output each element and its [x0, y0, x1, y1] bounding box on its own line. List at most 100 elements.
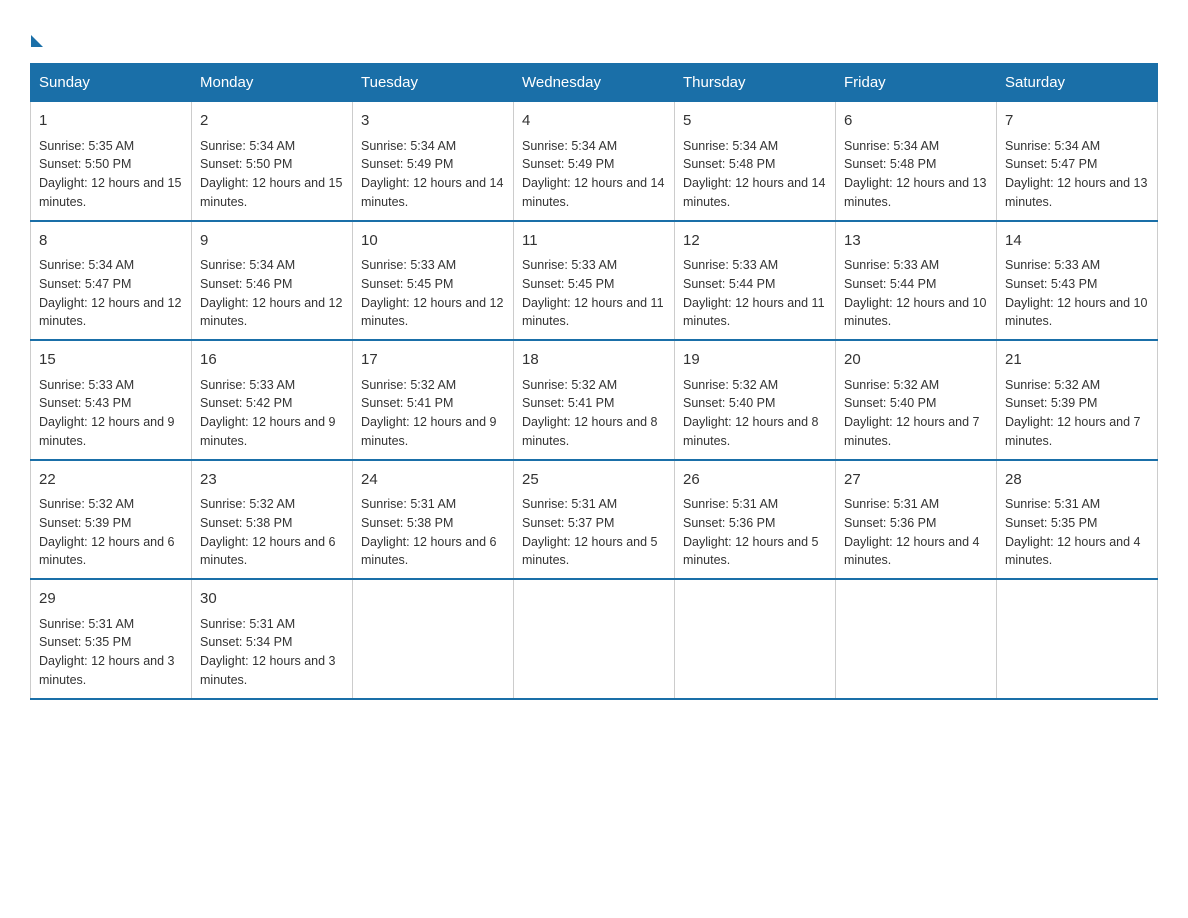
calendar-cell: 2Sunrise: 5:34 AMSunset: 5:50 PMDaylight… — [192, 102, 353, 221]
sunrise: Sunrise: 5:33 AM — [522, 258, 617, 272]
daylight: Daylight: 12 hours and 4 minutes. — [844, 535, 980, 568]
calendar-cell: 25Sunrise: 5:31 AMSunset: 5:37 PMDayligh… — [514, 460, 675, 580]
daylight: Daylight: 12 hours and 15 minutes. — [200, 176, 342, 209]
sunset: Sunset: 5:41 PM — [522, 396, 614, 410]
sunrise: Sunrise: 5:34 AM — [683, 139, 778, 153]
calendar-cell: 30Sunrise: 5:31 AMSunset: 5:34 PMDayligh… — [192, 579, 353, 699]
sunset: Sunset: 5:37 PM — [522, 516, 614, 530]
day-number: 2 — [200, 110, 344, 133]
daylight: Daylight: 12 hours and 8 minutes. — [683, 415, 819, 448]
daylight: Daylight: 12 hours and 12 minutes. — [200, 296, 342, 329]
sunrise: Sunrise: 5:33 AM — [361, 258, 456, 272]
day-number: 22 — [39, 469, 183, 492]
daylight: Daylight: 12 hours and 11 minutes. — [522, 296, 664, 329]
sunrise: Sunrise: 5:31 AM — [39, 617, 134, 631]
daylight: Daylight: 12 hours and 9 minutes. — [361, 415, 497, 448]
calendar-cell: 22Sunrise: 5:32 AMSunset: 5:39 PMDayligh… — [31, 460, 192, 580]
calendar-cell — [514, 579, 675, 699]
calendar-body: 1Sunrise: 5:35 AMSunset: 5:50 PMDaylight… — [31, 102, 1158, 699]
daylight: Daylight: 12 hours and 3 minutes. — [200, 654, 336, 687]
sunrise: Sunrise: 5:31 AM — [844, 497, 939, 511]
sunrise: Sunrise: 5:32 AM — [844, 378, 939, 392]
day-header-thursday: Thursday — [675, 64, 836, 102]
day-header-wednesday: Wednesday — [514, 64, 675, 102]
sunset: Sunset: 5:47 PM — [1005, 157, 1097, 171]
calendar-cell — [675, 579, 836, 699]
calendar-cell — [997, 579, 1158, 699]
day-number: 3 — [361, 110, 505, 133]
calendar-header: SundayMondayTuesdayWednesdayThursdayFrid… — [31, 64, 1158, 102]
sunrise: Sunrise: 5:32 AM — [200, 497, 295, 511]
daylight: Daylight: 12 hours and 6 minutes. — [361, 535, 497, 568]
sunrise: Sunrise: 5:35 AM — [39, 139, 134, 153]
calendar-table: SundayMondayTuesdayWednesdayThursdayFrid… — [30, 63, 1158, 700]
sunrise: Sunrise: 5:34 AM — [39, 258, 134, 272]
calendar-cell: 23Sunrise: 5:32 AMSunset: 5:38 PMDayligh… — [192, 460, 353, 580]
calendar-cell: 14Sunrise: 5:33 AMSunset: 5:43 PMDayligh… — [997, 221, 1158, 341]
sunset: Sunset: 5:48 PM — [844, 157, 936, 171]
calendar-cell: 8Sunrise: 5:34 AMSunset: 5:47 PMDaylight… — [31, 221, 192, 341]
sunrise: Sunrise: 5:33 AM — [39, 378, 134, 392]
sunrise: Sunrise: 5:32 AM — [683, 378, 778, 392]
sunset: Sunset: 5:50 PM — [39, 157, 131, 171]
day-number: 24 — [361, 469, 505, 492]
daylight: Daylight: 12 hours and 7 minutes. — [844, 415, 980, 448]
daylight: Daylight: 12 hours and 10 minutes. — [844, 296, 986, 329]
week-row-2: 8Sunrise: 5:34 AMSunset: 5:47 PMDaylight… — [31, 221, 1158, 341]
daylight: Daylight: 12 hours and 3 minutes. — [39, 654, 175, 687]
sunset: Sunset: 5:35 PM — [39, 635, 131, 649]
day-number: 8 — [39, 230, 183, 253]
week-row-3: 15Sunrise: 5:33 AMSunset: 5:43 PMDayligh… — [31, 340, 1158, 460]
daylight: Daylight: 12 hours and 8 minutes. — [522, 415, 658, 448]
day-number: 20 — [844, 349, 988, 372]
day-number: 18 — [522, 349, 666, 372]
calendar-cell: 12Sunrise: 5:33 AMSunset: 5:44 PMDayligh… — [675, 221, 836, 341]
daylight: Daylight: 12 hours and 13 minutes. — [844, 176, 986, 209]
daylight: Daylight: 12 hours and 15 minutes. — [39, 176, 181, 209]
calendar-cell: 19Sunrise: 5:32 AMSunset: 5:40 PMDayligh… — [675, 340, 836, 460]
sunrise: Sunrise: 5:31 AM — [522, 497, 617, 511]
sunrise: Sunrise: 5:33 AM — [683, 258, 778, 272]
calendar-cell: 3Sunrise: 5:34 AMSunset: 5:49 PMDaylight… — [353, 102, 514, 221]
day-number: 23 — [200, 469, 344, 492]
day-header-sunday: Sunday — [31, 64, 192, 102]
sunrise: Sunrise: 5:33 AM — [844, 258, 939, 272]
sunrise: Sunrise: 5:34 AM — [522, 139, 617, 153]
sunset: Sunset: 5:34 PM — [200, 635, 292, 649]
sunset: Sunset: 5:39 PM — [39, 516, 131, 530]
calendar-cell: 5Sunrise: 5:34 AMSunset: 5:48 PMDaylight… — [675, 102, 836, 221]
day-number: 14 — [1005, 230, 1149, 253]
calendar-cell: 15Sunrise: 5:33 AMSunset: 5:43 PMDayligh… — [31, 340, 192, 460]
calendar-cell: 29Sunrise: 5:31 AMSunset: 5:35 PMDayligh… — [31, 579, 192, 699]
daylight: Daylight: 12 hours and 14 minutes. — [683, 176, 825, 209]
daylight: Daylight: 12 hours and 10 minutes. — [1005, 296, 1147, 329]
day-number: 10 — [361, 230, 505, 253]
day-number: 26 — [683, 469, 827, 492]
sunset: Sunset: 5:43 PM — [39, 396, 131, 410]
sunrise: Sunrise: 5:34 AM — [1005, 139, 1100, 153]
day-number: 7 — [1005, 110, 1149, 133]
sunrise: Sunrise: 5:33 AM — [1005, 258, 1100, 272]
sunrise: Sunrise: 5:34 AM — [200, 139, 295, 153]
sunset: Sunset: 5:49 PM — [361, 157, 453, 171]
sunset: Sunset: 5:49 PM — [522, 157, 614, 171]
sunset: Sunset: 5:45 PM — [522, 277, 614, 291]
calendar-cell: 17Sunrise: 5:32 AMSunset: 5:41 PMDayligh… — [353, 340, 514, 460]
calendar-cell: 4Sunrise: 5:34 AMSunset: 5:49 PMDaylight… — [514, 102, 675, 221]
sunset: Sunset: 5:42 PM — [200, 396, 292, 410]
day-number: 9 — [200, 230, 344, 253]
sunrise: Sunrise: 5:33 AM — [200, 378, 295, 392]
sunset: Sunset: 5:44 PM — [683, 277, 775, 291]
calendar-cell: 1Sunrise: 5:35 AMSunset: 5:50 PMDaylight… — [31, 102, 192, 221]
sunrise: Sunrise: 5:34 AM — [200, 258, 295, 272]
sunset: Sunset: 5:36 PM — [683, 516, 775, 530]
day-header-friday: Friday — [836, 64, 997, 102]
day-number: 19 — [683, 349, 827, 372]
sunset: Sunset: 5:40 PM — [844, 396, 936, 410]
sunset: Sunset: 5:38 PM — [361, 516, 453, 530]
calendar-cell: 6Sunrise: 5:34 AMSunset: 5:48 PMDaylight… — [836, 102, 997, 221]
calendar-cell: 28Sunrise: 5:31 AMSunset: 5:35 PMDayligh… — [997, 460, 1158, 580]
daylight: Daylight: 12 hours and 5 minutes. — [683, 535, 819, 568]
daylight: Daylight: 12 hours and 12 minutes. — [361, 296, 503, 329]
daylight: Daylight: 12 hours and 13 minutes. — [1005, 176, 1147, 209]
